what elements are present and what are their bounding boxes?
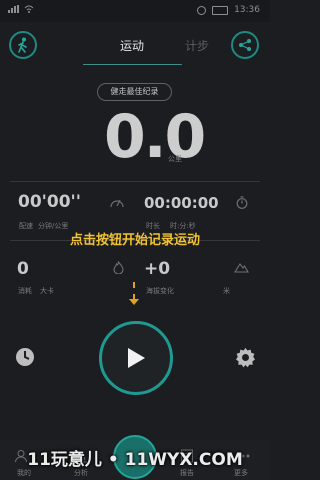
divider bbox=[10, 181, 260, 182]
tab-sport[interactable]: 运动 bbox=[120, 37, 144, 54]
stopwatch-icon bbox=[236, 196, 248, 209]
mountain-icon bbox=[234, 263, 249, 273]
play-icon bbox=[128, 348, 145, 368]
pace-value: 00'00'' bbox=[18, 192, 81, 212]
tab-pedometer[interactable]: 计步 bbox=[185, 37, 209, 54]
flame-icon bbox=[113, 261, 124, 274]
status-right: 13:36 bbox=[197, 5, 260, 15]
signal-icon bbox=[8, 5, 20, 13]
watermark: 11玩意儿 • 11WYX.COM bbox=[27, 450, 243, 470]
battery-icon bbox=[212, 5, 229, 15]
best-record-button[interactable]: 健走最佳纪录 bbox=[97, 83, 172, 101]
duration-value: 00:00:00 bbox=[144, 194, 219, 212]
altitude-value: +0 bbox=[144, 259, 171, 279]
alarm-icon bbox=[197, 5, 207, 15]
status-time: 13:36 bbox=[234, 5, 260, 15]
start-hint: 点击按钮开始记录运动 bbox=[69, 233, 200, 248]
distance-value: 0.0 bbox=[104, 102, 206, 172]
gear-icon[interactable] bbox=[235, 347, 256, 368]
calories-value: 0 bbox=[17, 259, 29, 279]
walking-person-icon bbox=[18, 37, 27, 53]
start-button[interactable] bbox=[99, 321, 173, 395]
walk-mode-button[interactable] bbox=[9, 31, 37, 59]
share-icon bbox=[239, 39, 251, 51]
distance-unit: 公里 bbox=[168, 155, 182, 163]
hint-arrow-head bbox=[129, 299, 139, 305]
speedometer-icon bbox=[110, 199, 124, 208]
hint-arrow bbox=[133, 282, 135, 300]
share-button[interactable] bbox=[231, 31, 259, 59]
calories-unit: 大卡 bbox=[40, 287, 54, 295]
clock-icon[interactable] bbox=[15, 347, 35, 367]
altitude-unit: 米 bbox=[223, 287, 230, 295]
tab-divider bbox=[83, 64, 182, 65]
status-bar: 13:36 bbox=[0, 0, 270, 22]
calories-label: 消耗 bbox=[18, 287, 32, 295]
wifi-icon bbox=[24, 5, 34, 13]
status-left bbox=[8, 5, 34, 13]
altitude-label: 海拔变化 bbox=[146, 287, 174, 295]
top-nav: 运动 计步 bbox=[0, 22, 270, 66]
